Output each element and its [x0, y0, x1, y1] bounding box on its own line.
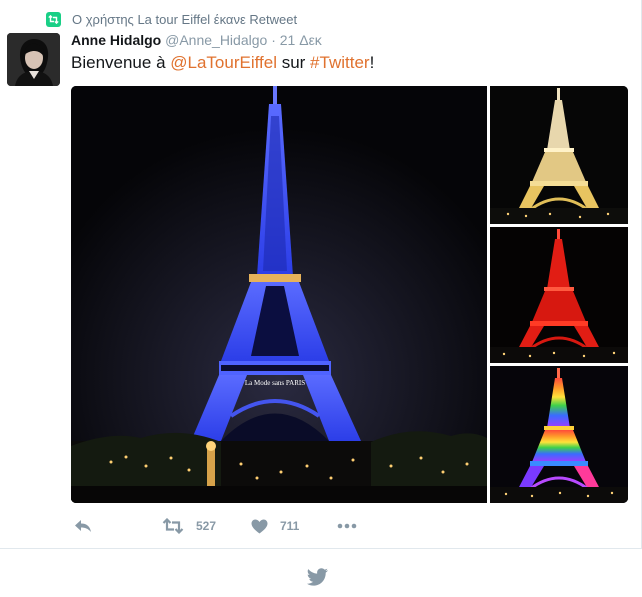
reply-button[interactable]	[73, 515, 93, 537]
tweet-actions: 527 711	[71, 515, 471, 537]
reply-icon	[73, 518, 93, 534]
heart-icon	[251, 519, 268, 534]
eiffel-blue-photo[interactable]: La Mode sans PARIS	[71, 86, 487, 503]
tweet-text-start: Bienvenue à	[71, 53, 171, 72]
hashtag-link[interactable]: #Twitter	[310, 53, 370, 72]
like-button[interactable]: 711	[251, 515, 299, 537]
tower-banner-text: La Mode sans PARIS	[245, 379, 305, 387]
tweet-timestamp[interactable]: 21 Δεκ	[280, 32, 322, 48]
retweet-button[interactable]: 527	[162, 515, 216, 537]
mention-link[interactable]: @LaTourEiffel	[170, 53, 277, 72]
retweet-context-text[interactable]: Ο χρήστης La tour Eiffel έκανε Retweet	[72, 12, 297, 27]
avatar[interactable]	[7, 33, 60, 86]
separator-dot: ·	[271, 32, 276, 48]
footer	[0, 548, 642, 597]
tweet-header: Anne Hidalgo @Anne_Hidalgo · 21 Δεκ	[71, 32, 322, 48]
author-name[interactable]: Anne Hidalgo	[71, 32, 161, 48]
author-handle[interactable]: @Anne_Hidalgo	[165, 32, 267, 48]
eiffel-rainbow-photo[interactable]	[490, 366, 628, 503]
tweet-text-middle: sur	[276, 53, 311, 72]
retweet-action-icon	[162, 518, 184, 534]
twitter-bird-icon[interactable]	[305, 568, 329, 588]
eiffel-red-photo[interactable]	[490, 227, 628, 363]
tweet-text-end: !	[369, 53, 375, 72]
like-count[interactable]: 711	[280, 519, 299, 533]
retweet-count[interactable]: 527	[196, 519, 216, 533]
more-button[interactable]	[337, 515, 357, 537]
tweet-card[interactable]: Ο χρήστης La tour Eiffel έκανε Retweet A…	[0, 0, 642, 548]
tweet-text: Bienvenue à @LaTourEiffel sur #Twitter!	[71, 53, 374, 73]
eiffel-gold-photo[interactable]	[490, 86, 628, 224]
more-icon	[337, 523, 357, 529]
retweet-context: Ο χρήστης La tour Eiffel έκανε Retweet	[46, 10, 297, 28]
media-grid: La Mode sans PARIS	[71, 86, 628, 503]
retweet-icon	[46, 11, 61, 27]
